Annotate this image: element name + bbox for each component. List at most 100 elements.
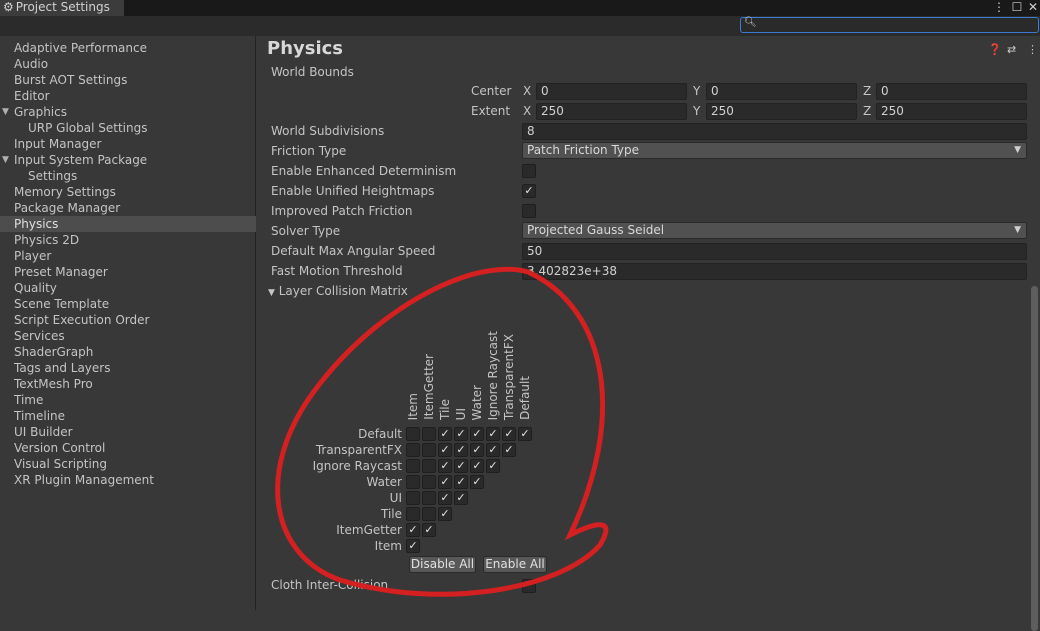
expand-arrow-icon[interactable]: ▼ bbox=[2, 104, 9, 120]
sidebar-item[interactable]: XR Plugin Management bbox=[0, 472, 256, 488]
matrix-checkbox[interactable]: ✓ bbox=[470, 475, 484, 489]
sidebar-item[interactable]: Player bbox=[0, 248, 256, 264]
sidebar-item[interactable]: Scene Template bbox=[0, 296, 256, 312]
sidebar-item[interactable]: Visual Scripting bbox=[0, 456, 256, 472]
matrix-checkbox[interactable]: ✓ bbox=[406, 539, 420, 553]
sidebar-item[interactable]: Physics bbox=[0, 216, 256, 232]
matrix-checkbox[interactable] bbox=[422, 427, 436, 441]
matrix-checkbox[interactable]: ✓ bbox=[486, 443, 500, 457]
sidebar-item[interactable]: Adaptive Performance bbox=[0, 40, 256, 56]
extent-z-field[interactable]: 250 bbox=[876, 103, 1027, 120]
enhanced-determinism-checkbox[interactable] bbox=[522, 164, 536, 178]
matrix-checkbox[interactable]: ✓ bbox=[502, 427, 516, 441]
extent-x-field[interactable]: 250 bbox=[536, 103, 687, 120]
matrix-checkbox[interactable]: ✓ bbox=[454, 491, 468, 505]
disable-all-button[interactable]: Disable All bbox=[409, 556, 476, 573]
sidebar-item[interactable]: Memory Settings bbox=[0, 184, 256, 200]
max-angular-speed-field[interactable]: 50 bbox=[522, 243, 1027, 260]
expand-arrow-icon[interactable]: ▼ bbox=[2, 152, 9, 168]
sidebar-item[interactable]: Script Execution Order bbox=[0, 312, 256, 328]
matrix-checkbox[interactable]: ✓ bbox=[470, 459, 484, 473]
matrix-checkbox[interactable] bbox=[422, 491, 436, 505]
matrix-checkbox[interactable]: ✓ bbox=[438, 507, 452, 521]
sidebar-item[interactable]: Package Manager bbox=[0, 200, 256, 216]
matrix-checkbox[interactable] bbox=[406, 475, 420, 489]
friction-type-dropdown[interactable]: Patch Friction Type ▼ bbox=[522, 142, 1027, 159]
sidebar-item[interactable]: Audio bbox=[0, 56, 256, 72]
matrix-checkbox[interactable] bbox=[422, 507, 436, 521]
maximize-icon[interactable]: ☐ bbox=[1010, 0, 1024, 16]
extent-y-field[interactable]: 250 bbox=[706, 103, 857, 120]
matrix-checkbox[interactable]: ✓ bbox=[438, 443, 452, 457]
matrix-checkbox[interactable]: ✓ bbox=[454, 443, 468, 457]
layer-collision-matrix-foldout[interactable]: ▼ Layer Collision Matrix bbox=[268, 282, 408, 300]
matrix-checkbox[interactable]: ✓ bbox=[438, 427, 452, 441]
matrix-checkbox[interactable] bbox=[406, 459, 420, 473]
sidebar-item-label: Physics 2D bbox=[14, 233, 80, 247]
sidebar-item[interactable]: Timeline bbox=[0, 408, 256, 424]
sidebar-item[interactable]: Input Manager bbox=[0, 136, 256, 152]
window-menu-icon[interactable]: ⋮ bbox=[992, 0, 1006, 16]
matrix-checkbox[interactable] bbox=[422, 475, 436, 489]
world-subdivisions-field[interactable]: 8 bbox=[522, 123, 1027, 140]
matrix-checkbox[interactable]: ✓ bbox=[486, 427, 500, 441]
window-tab[interactable]: ⚙ Project Settings bbox=[0, 0, 124, 16]
sidebar-item[interactable]: Editor bbox=[0, 88, 256, 104]
center-y-field[interactable]: 0 bbox=[706, 83, 857, 100]
matrix-checkbox[interactable]: ✓ bbox=[486, 459, 500, 473]
sidebar-item[interactable]: Physics 2D bbox=[0, 232, 256, 248]
sidebar-item[interactable]: ShaderGraph bbox=[0, 344, 256, 360]
more-icon[interactable]: ⋮ bbox=[1027, 43, 1038, 56]
matrix-checkbox[interactable]: ✓ bbox=[422, 523, 436, 537]
search-field[interactable]: 🔍︎ bbox=[740, 17, 1039, 33]
chevron-down-icon: ▼ bbox=[1014, 145, 1021, 155]
matrix-checkbox[interactable] bbox=[406, 491, 420, 505]
sidebar-item[interactable]: UI Builder bbox=[0, 424, 256, 440]
matrix-checkbox[interactable]: ✓ bbox=[518, 427, 532, 441]
sidebar-item[interactable]: Settings bbox=[0, 168, 256, 184]
matrix-checkbox[interactable]: ✓ bbox=[438, 459, 452, 473]
help-icon[interactable]: ❓ bbox=[988, 43, 1002, 56]
matrix-checkbox[interactable]: ✓ bbox=[438, 491, 452, 505]
unified-heightmaps-checkbox[interactable]: ✓ bbox=[522, 184, 536, 198]
matrix-checkbox[interactable]: ✓ bbox=[438, 475, 452, 489]
center-x-field[interactable]: 0 bbox=[536, 83, 687, 100]
matrix-checkbox[interactable] bbox=[422, 459, 436, 473]
center-z-field[interactable]: 0 bbox=[876, 83, 1027, 100]
matrix-checkbox[interactable]: ✓ bbox=[454, 427, 468, 441]
search-input[interactable] bbox=[755, 18, 1035, 32]
fast-motion-threshold-field[interactable]: 3.402823e+38 bbox=[522, 263, 1027, 280]
matrix-checkbox[interactable]: ✓ bbox=[454, 475, 468, 489]
sidebar-item[interactable]: ▼ Input System Package bbox=[0, 152, 256, 168]
sidebar-item[interactable]: Services bbox=[0, 328, 256, 344]
close-icon[interactable]: ✕ bbox=[1026, 0, 1040, 16]
friction-type-value: Patch Friction Type bbox=[527, 143, 640, 157]
improved-patch-friction-checkbox[interactable] bbox=[522, 204, 536, 218]
sidebar-item[interactable]: ▼ Graphics bbox=[0, 104, 256, 120]
enable-all-button[interactable]: Enable All bbox=[483, 556, 547, 573]
matrix-checkbox[interactable] bbox=[406, 507, 420, 521]
center-z-label: Z bbox=[863, 84, 872, 98]
sidebar-item[interactable]: URP Global Settings bbox=[0, 120, 256, 136]
sidebar-item[interactable]: Version Control bbox=[0, 440, 256, 456]
matrix-checkbox[interactable]: ✓ bbox=[470, 443, 484, 457]
matrix-checkbox[interactable]: ✓ bbox=[502, 443, 516, 457]
matrix-checkbox[interactable]: ✓ bbox=[406, 523, 420, 537]
sidebar-item[interactable]: TextMesh Pro bbox=[0, 376, 256, 392]
sidebar-item[interactable]: Burst AOT Settings bbox=[0, 72, 256, 88]
improved-patch-friction-label: Improved Patch Friction bbox=[271, 204, 413, 218]
matrix-checkbox[interactable]: ✓ bbox=[454, 459, 468, 473]
matrix-checkbox[interactable] bbox=[406, 443, 420, 457]
sidebar-item[interactable]: Quality bbox=[0, 280, 256, 296]
presets-icon[interactable]: ⇄ bbox=[1007, 43, 1016, 56]
matrix-column-header: TransparentFX bbox=[502, 333, 516, 420]
matrix-checkbox[interactable] bbox=[406, 427, 420, 441]
sidebar-item[interactable]: Tags and Layers bbox=[0, 360, 256, 376]
matrix-checkbox[interactable] bbox=[422, 443, 436, 457]
sidebar-item[interactable]: Preset Manager bbox=[0, 264, 256, 280]
matrix-checkbox[interactable]: ✓ bbox=[470, 427, 484, 441]
sidebar-item[interactable]: Time bbox=[0, 392, 256, 408]
cloth-inter-collision-checkbox[interactable] bbox=[522, 579, 536, 593]
vertical-scrollbar[interactable] bbox=[1031, 286, 1038, 631]
solver-type-dropdown[interactable]: Projected Gauss Seidel ▼ bbox=[522, 222, 1027, 239]
